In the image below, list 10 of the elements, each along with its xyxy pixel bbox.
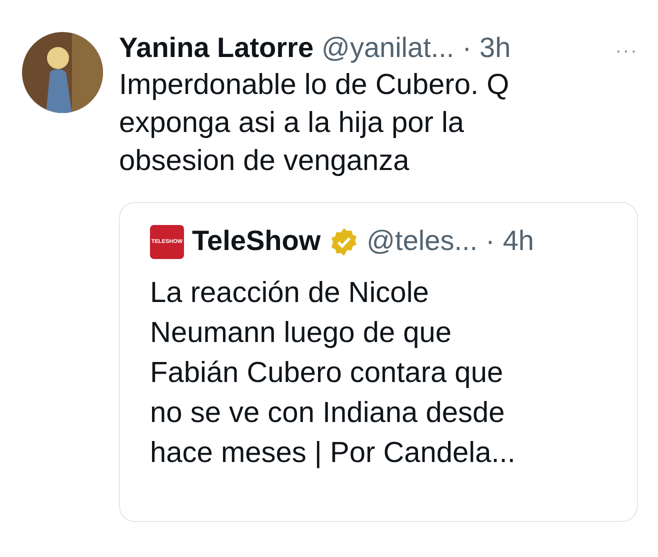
- quote-time[interactable]: 4h: [502, 225, 534, 257]
- post-time[interactable]: 3h: [480, 32, 511, 64]
- quote-text: La reacción de Nicole Neumann luego de que Fabián Cubero contara que no se ve con Indiana desde hace meses | Por Candela...: [150, 276, 516, 471]
- separator: ·: [462, 32, 472, 64]
- separator: ·: [486, 225, 495, 257]
- quote-author-name[interactable]: TeleShow: [192, 225, 321, 257]
- quote-author-handle[interactable]: @teles...: [366, 225, 478, 257]
- author-handle[interactable]: @yanilat...: [322, 32, 454, 64]
- author-name[interactable]: Yanina Latorre: [119, 32, 314, 64]
- post-text: Imperdonable lo de Cubero. Q exponga asi a la hija por la obsesion de venganza: [119, 68, 510, 179]
